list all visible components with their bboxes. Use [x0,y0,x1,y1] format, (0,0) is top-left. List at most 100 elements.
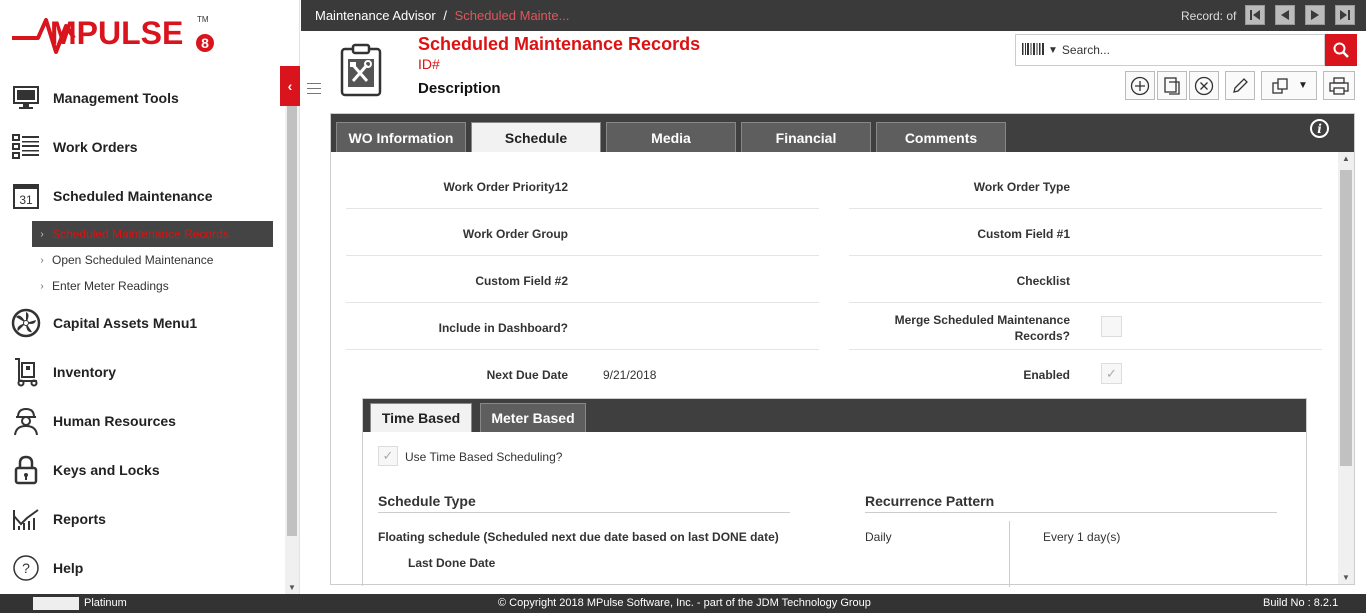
collapse-sidebar-button[interactable]: ‹ [280,66,300,106]
page-title: Scheduled Maintenance Records [418,34,701,54]
id-label: ID# [418,56,440,72]
fan-icon [11,308,41,338]
tab-media[interactable]: Media [606,122,736,152]
next-record-button[interactable] [1305,5,1325,25]
sidebar-item-management-tools[interactable]: Management Tools [0,76,285,120]
checkmark-icon: ✓ [382,448,394,463]
sidebar-scrollbar[interactable]: ▼ [285,66,299,594]
chevron-right-icon: › [40,280,44,292]
top-bar: Maintenance Advisor / Scheduled Mainte..… [301,0,1366,31]
sidebar-item-label: Help [53,560,84,576]
sidebar-item-inventory[interactable]: Inventory [0,350,285,394]
sidebar-item-label: Scheduled Maintenance [53,188,213,204]
copyright-text: © Copyright 2018 MPulse Software, Inc. -… [498,597,871,609]
edit-record-button[interactable] [1225,71,1255,100]
add-record-button[interactable] [1125,71,1155,100]
search-button[interactable] [1325,34,1357,66]
sidebar-item-label: Work Orders [53,139,138,155]
sidebar-subitem-enter-meter-readings[interactable]: › Enter Meter Readings [32,273,273,299]
sidebar-item-work-orders[interactable]: Work Orders [0,125,285,169]
scroll-down-icon[interactable]: ▼ [288,583,296,592]
previous-record-icon [1281,10,1289,20]
recurrence-every-value: Every 1 day(s) [1043,530,1121,544]
subtab-time-based[interactable]: Time Based [370,403,472,432]
tab-bar: WO Information Schedule Media Financial … [331,114,1354,152]
search-box[interactable]: ▼ Search... [1015,34,1325,66]
custom-field-1-label: Custom Field #1 [977,227,1070,241]
scroll-up-icon[interactable]: ▲ [1342,154,1350,163]
record-panel: WO Information Schedule Media Financial … [330,113,1355,587]
clipboard-tools-icon [339,43,383,97]
merge-records-checkbox[interactable] [1101,316,1122,337]
subtab-bar: Time Based Meter Based [363,399,1306,432]
sidebar: MPULSE TM 8 Management Tools Work Orders… [0,0,300,594]
sidebar-item-capital-assets[interactable]: Capital Assets Menu1 [0,301,285,345]
help-icon: ? [11,553,41,583]
sidebar-subitem-label: Open Scheduled Maintenance [52,253,214,267]
sidebar-item-scheduled-maintenance[interactable]: 31 Scheduled Maintenance [0,174,285,218]
tab-wo-information[interactable]: WO Information [336,122,466,152]
sidebar-item-label: Management Tools [53,90,179,106]
subtab-meter-based[interactable]: Meter Based [480,403,586,432]
info-icon[interactable]: i [1310,119,1329,138]
breadcrumb: Maintenance Advisor / Scheduled Mainte..… [315,8,569,23]
lock-icon [11,455,41,485]
recurrence-daily-option[interactable]: Daily [865,530,892,544]
logo-text: MPULSE [50,15,183,51]
sidebar-item-label: Human Resources [53,413,176,429]
sidebar-subitem-scheduled-maintenance-records[interactable]: › Scheduled Maintenance Records [32,221,273,247]
svg-text:?: ? [22,560,30,576]
breadcrumb-root[interactable]: Maintenance Advisor [315,8,436,23]
content-scrollbar-thumb[interactable] [1340,170,1352,466]
barcode-icon[interactable] [1022,42,1044,58]
description-label: Description [418,80,501,97]
footer: Platinum © Copyright 2018 MPulse Softwar… [0,594,1366,613]
sidebar-subitem-open-scheduled-maintenance[interactable]: › Open Scheduled Maintenance [32,247,273,273]
stack-copy-icon [1272,77,1288,94]
search-filter-dropdown-icon[interactable]: ▼ [1048,45,1058,56]
use-time-based-checkbox[interactable]: ✓ [378,446,398,466]
chevron-right-icon: › [40,228,44,240]
field-row: Work Order Type [849,162,1322,209]
last-record-icon [1340,10,1350,20]
include-dashboard-label: Include in Dashboard? [438,321,568,335]
merge-records-label-line1: Merge Scheduled Maintenance [894,313,1070,327]
divider [865,512,1277,513]
copy-record-button[interactable] [1157,71,1187,100]
content-scrollbar[interactable]: ▲ ▼ [1338,152,1354,584]
breadcrumb-current: Scheduled Mainte... [454,8,570,23]
record-header: Scheduled Maintenance Records ID# Descri… [301,31,1366,113]
dolly-icon [11,357,41,387]
first-record-button[interactable] [1245,5,1265,25]
last-record-button[interactable] [1335,5,1355,25]
sidebar-item-reports[interactable]: Reports [0,497,285,541]
previous-record-button[interactable] [1275,5,1295,25]
chevron-right-icon: › [40,254,44,266]
sidebar-item-human-resources[interactable]: Human Resources [0,399,285,443]
work-order-type-label: Work Order Type [973,180,1070,194]
tab-financial[interactable]: Financial [741,122,871,152]
sidebar-item-label: Keys and Locks [53,462,160,478]
calendar-icon: 31 [11,181,41,211]
record-label: Record: of [1181,9,1237,23]
tab-comments[interactable]: Comments [876,122,1006,152]
scroll-down-icon[interactable]: ▼ [1342,573,1350,582]
calendar-day: 31 [19,193,33,207]
list-icon [11,132,41,162]
tab-schedule[interactable]: Schedule [471,122,601,152]
sidebar-item-keys-and-locks[interactable]: Keys and Locks [0,448,285,492]
cancel-record-button[interactable] [1189,71,1219,100]
build-number: Build No : 8.2.1 [1263,597,1339,609]
close-icon [1194,76,1214,95]
mpulse-logo[interactable]: MPULSE TM 8 [0,0,300,66]
multi-copy-dropdown-button[interactable]: ▼ [1261,71,1317,100]
logo-version: 8 [201,35,209,51]
sidebar-item-help[interactable]: ? Help [0,546,285,590]
print-button[interactable] [1323,71,1355,100]
sidebar-scrollbar-thumb[interactable] [287,96,297,536]
field-row: Include in Dashboard? [346,303,819,350]
worker-icon [11,406,41,436]
enabled-checkbox[interactable]: ✓ [1101,363,1122,384]
search-input[interactable]: Search... [1062,43,1110,57]
field-row: Work Order Priority12 [346,162,819,209]
